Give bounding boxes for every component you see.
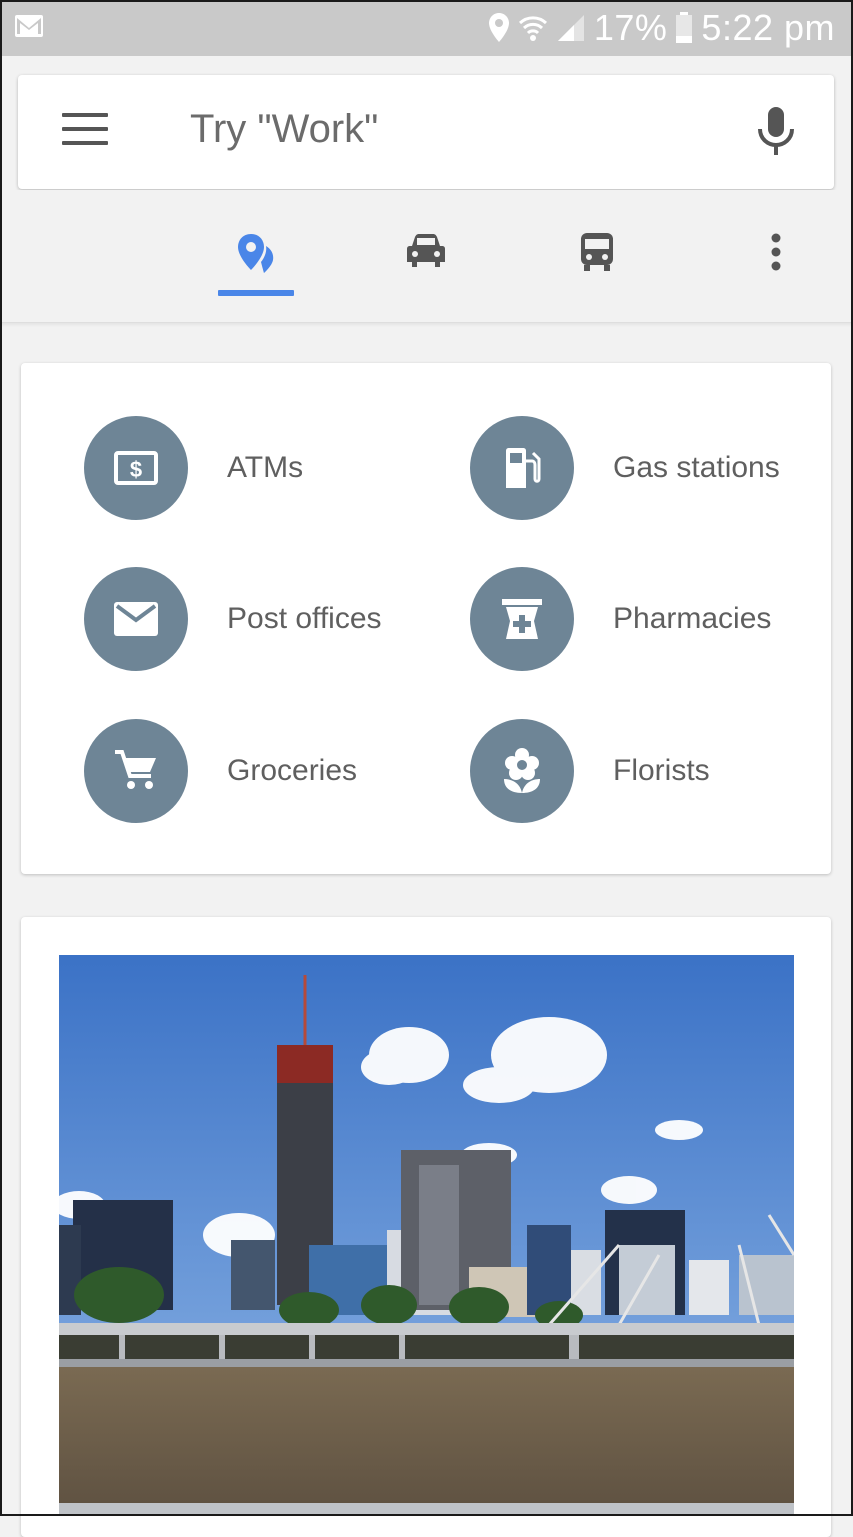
gmail-icon	[14, 14, 44, 40]
battery-percent: 17%	[593, 7, 668, 48]
microphone-icon[interactable]	[754, 107, 798, 159]
gas-station-icon	[470, 416, 574, 520]
location-icon	[488, 12, 510, 44]
city-skyline-photo[interactable]	[59, 955, 794, 1515]
status-bar: 17% 5:22 pm	[0, 0, 853, 56]
pharmacy-icon	[470, 567, 574, 671]
car-icon	[396, 232, 456, 270]
battery-icon	[675, 12, 693, 44]
tab-transit[interactable]	[567, 232, 627, 280]
place-icon	[226, 232, 286, 274]
category-atms[interactable]: $ ATMs	[84, 416, 303, 520]
category-label: Florists	[613, 754, 710, 787]
tab-driving[interactable]	[396, 232, 456, 280]
nearby-categories-card: $ ATMs Gas stations Post offices Pharmac…	[21, 363, 831, 874]
category-florists[interactable]: Florists	[470, 719, 710, 823]
category-label: Gas stations	[613, 451, 780, 484]
tab-more[interactable]	[746, 232, 806, 280]
category-label: Pharmacies	[613, 602, 772, 635]
svg-text:$: $	[130, 457, 142, 482]
category-gas-stations[interactable]: Gas stations	[470, 416, 780, 520]
category-label: ATMs	[227, 451, 304, 484]
category-post-offices[interactable]: Post offices	[84, 567, 382, 671]
selected-tab-indicator	[218, 290, 294, 296]
category-label: Post offices	[227, 602, 382, 635]
bus-icon	[567, 232, 627, 272]
flower-icon	[470, 719, 574, 823]
clock: 5:22 pm	[701, 7, 835, 48]
category-pharmacies[interactable]: Pharmacies	[470, 567, 771, 671]
wifi-icon	[518, 13, 548, 43]
cart-icon	[84, 719, 188, 823]
mail-icon	[84, 567, 188, 671]
place-photo-card	[21, 917, 831, 1537]
search-input[interactable]: Try "Work"	[190, 107, 378, 152]
category-label: Groceries	[227, 754, 358, 787]
tab-explore[interactable]	[226, 232, 286, 280]
signal-icon	[556, 13, 586, 43]
atm-icon: $	[84, 416, 188, 520]
travel-mode-tabs	[0, 190, 853, 323]
search-box[interactable]: Try "Work"	[18, 75, 834, 189]
hamburger-menu-icon[interactable]	[62, 113, 108, 149]
category-groceries[interactable]: Groceries	[84, 719, 357, 823]
more-vertical-icon	[746, 232, 806, 274]
